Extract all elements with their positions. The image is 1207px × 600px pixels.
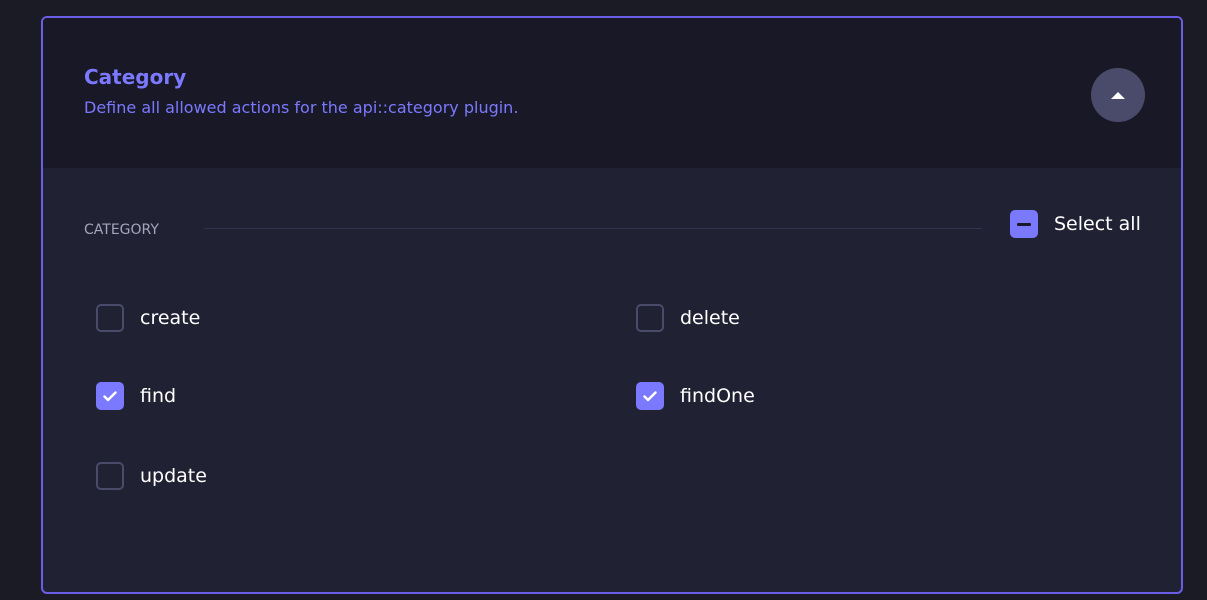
checkbox-box[interactable] [636,304,664,332]
section-divider [204,228,982,229]
checkmark-icon [103,390,117,401]
action-checkbox-create[interactable]: create [96,304,200,332]
checkbox-box[interactable] [636,382,664,410]
checkbox-box[interactable] [96,462,124,490]
select-all-label: Select all [1054,213,1141,235]
action-label: find [140,385,177,407]
checkmark-icon [643,390,657,401]
checkbox-box[interactable] [96,382,124,410]
category-permissions-panel: Category Define all allowed actions for … [41,16,1183,594]
select-all-checkbox[interactable]: Select all [1010,210,1141,238]
panel-subtitle: Define all allowed actions for the api::… [84,98,519,117]
select-all-box[interactable] [1010,210,1038,238]
action-label: create [140,307,201,329]
chevron-up-icon [1111,92,1125,99]
action-label: findOne [680,385,755,407]
action-checkbox-find[interactable]: find [96,382,176,410]
collapse-toggle-button[interactable] [1091,68,1145,122]
checkbox-box[interactable] [96,304,124,332]
minus-icon [1017,222,1031,226]
action-label: update [140,465,207,487]
action-checkbox-delete[interactable]: delete [636,304,740,332]
panel-title: Category [84,65,187,89]
action-label: delete [680,307,740,329]
action-checkbox-findone[interactable]: findOne [636,382,755,410]
panel-header[interactable]: Category Define all allowed actions for … [43,18,1181,168]
section-label: CATEGORY [84,222,159,238]
action-checkbox-update[interactable]: update [96,462,207,490]
